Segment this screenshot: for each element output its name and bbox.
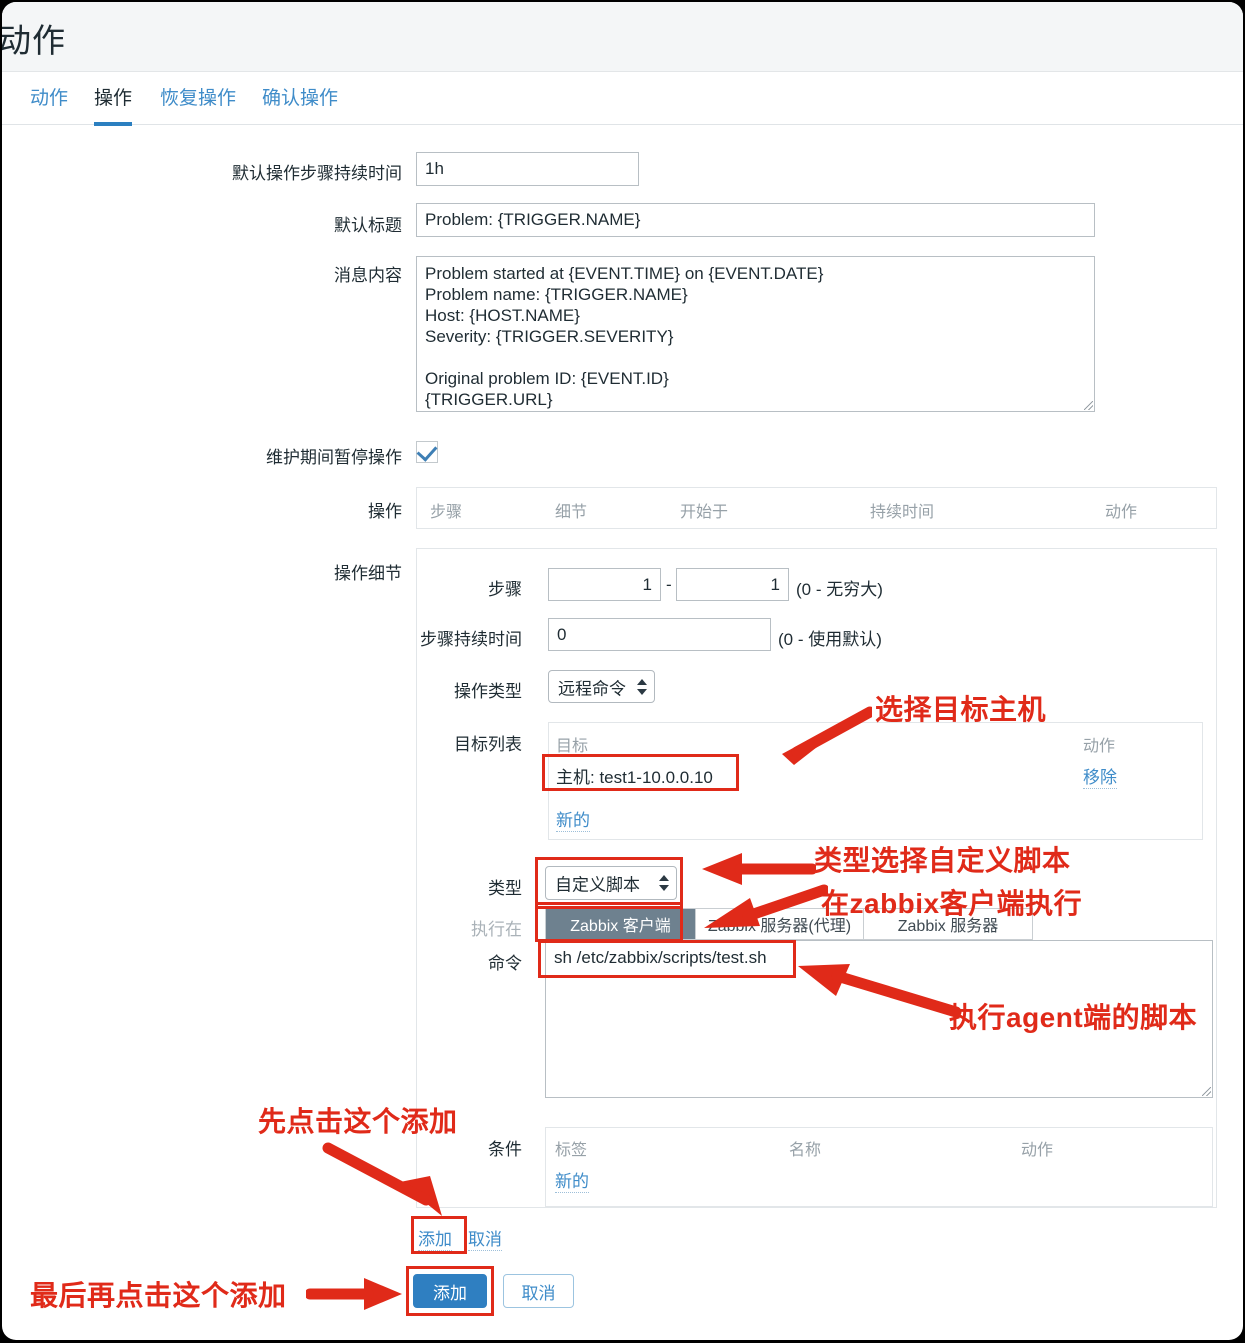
default-subject-input[interactable]: [416, 203, 1095, 237]
operation-type-label: 操作类型: [454, 682, 522, 701]
pause-maintenance-label: 维护期间暂停操作: [266, 448, 402, 467]
conditions-table: [545, 1127, 1213, 1207]
target-row-value: 主机: test1-10.0.0.10: [556, 768, 713, 787]
chevron-updown-icon: [659, 874, 669, 892]
tab-recovery-operations[interactable]: 恢复操作: [160, 83, 236, 122]
operations-col-duration: 持续时间: [870, 504, 935, 521]
conditions-col-label: 标签: [555, 1142, 588, 1159]
steps-from-input[interactable]: [548, 568, 661, 601]
tab-bar: 动作 操作 恢复操作 确认操作: [2, 73, 1243, 126]
operations-table-label: 操作: [368, 502, 402, 521]
dialog-cancel-button[interactable]: 取消: [503, 1274, 574, 1308]
conditions-col-name: 名称: [789, 1142, 822, 1159]
step-duration-input[interactable]: [548, 618, 771, 651]
dialog-add-button[interactable]: 添加: [413, 1274, 487, 1308]
steps-hint: (0 - 无穷大): [796, 580, 883, 599]
dialog-titlebar: 动作: [2, 2, 1243, 72]
steps-range-dash: -: [666, 575, 672, 594]
annotation-click-add-first: 先点击这个添加: [258, 1106, 458, 1137]
target-list-label: 目标列表: [454, 735, 522, 754]
execute-on-option-agent[interactable]: Zabbix 客户端: [546, 909, 696, 939]
message-textarea[interactable]: Problem started at {EVENT.TIME} on {EVEN…: [416, 256, 1095, 412]
steps-label: 步骤: [488, 580, 522, 599]
target-col-action: 动作: [1083, 738, 1116, 755]
operations-col-step: 步骤: [430, 504, 463, 521]
script-type-value: 自定义脚本: [555, 875, 640, 895]
check-icon: [416, 440, 438, 462]
step-duration-label: 步骤持续时间: [420, 630, 522, 649]
pause-maintenance-checkbox[interactable]: [416, 440, 438, 463]
operations-col-start-in: 开始于: [680, 504, 729, 521]
chevron-updown-icon: [637, 678, 647, 696]
message-label: 消息内容: [334, 266, 402, 285]
operation-type-select[interactable]: 远程命令: [548, 670, 655, 703]
operation-details-label: 操作细节: [334, 564, 402, 583]
tab-acknowledge-operations[interactable]: 确认操作: [262, 83, 338, 122]
tab-operations[interactable]: 操作: [94, 83, 133, 126]
conditions-col-action: 动作: [1021, 1142, 1054, 1159]
default-step-duration-label: 默认操作步骤持续时间: [232, 164, 402, 183]
annotation-click-add-last: 最后再点击这个添加: [30, 1280, 287, 1311]
page-title: 动作: [2, 22, 66, 59]
default-step-duration-input[interactable]: [416, 152, 639, 186]
operation-type-value: 远程命令: [558, 679, 626, 698]
action-dialog: 动作 动作 操作 恢复操作 确认操作 默认操作步骤持续时间 默认标题 消息内容 …: [2, 2, 1243, 1340]
steps-to-input[interactable]: [676, 568, 789, 601]
tab-action[interactable]: 动作: [30, 83, 68, 122]
target-new-link[interactable]: 新的: [556, 806, 590, 832]
annotation-select-target-host: 选择目标主机: [875, 694, 1047, 725]
operations-col-action: 动作: [1105, 504, 1138, 521]
operation-cancel-link[interactable]: 取消: [468, 1225, 502, 1251]
screenshot-root: 动作 动作 操作 恢复操作 确认操作 默认操作步骤持续时间 默认标题 消息内容 …: [0, 0, 1245, 1343]
target-row-remove-link[interactable]: 移除: [1083, 763, 1117, 789]
operations-col-details: 细节: [555, 504, 588, 521]
operations-table: [416, 487, 1217, 529]
default-subject-label: 默认标题: [334, 216, 402, 235]
operation-add-link[interactable]: 添加: [418, 1225, 452, 1251]
step-duration-hint: (0 - 使用默认): [778, 630, 882, 649]
command-label: 命令: [488, 954, 522, 973]
annotation-arrow-add-last: [306, 1278, 402, 1310]
annotation-type-custom-script: 类型选择自定义脚本: [814, 845, 1071, 876]
execute-on-label: 执行在: [471, 920, 522, 939]
script-type-label: 类型: [488, 879, 522, 898]
conditions-new-link[interactable]: 新的: [555, 1167, 589, 1193]
annotation-run-agent-script: 执行agent端的脚本: [949, 1002, 1198, 1033]
annotation-execute-on-agent: 在zabbix客户端执行: [821, 888, 1083, 919]
script-type-select[interactable]: 自定义脚本: [545, 866, 677, 900]
target-col-target: 目标: [556, 738, 589, 755]
